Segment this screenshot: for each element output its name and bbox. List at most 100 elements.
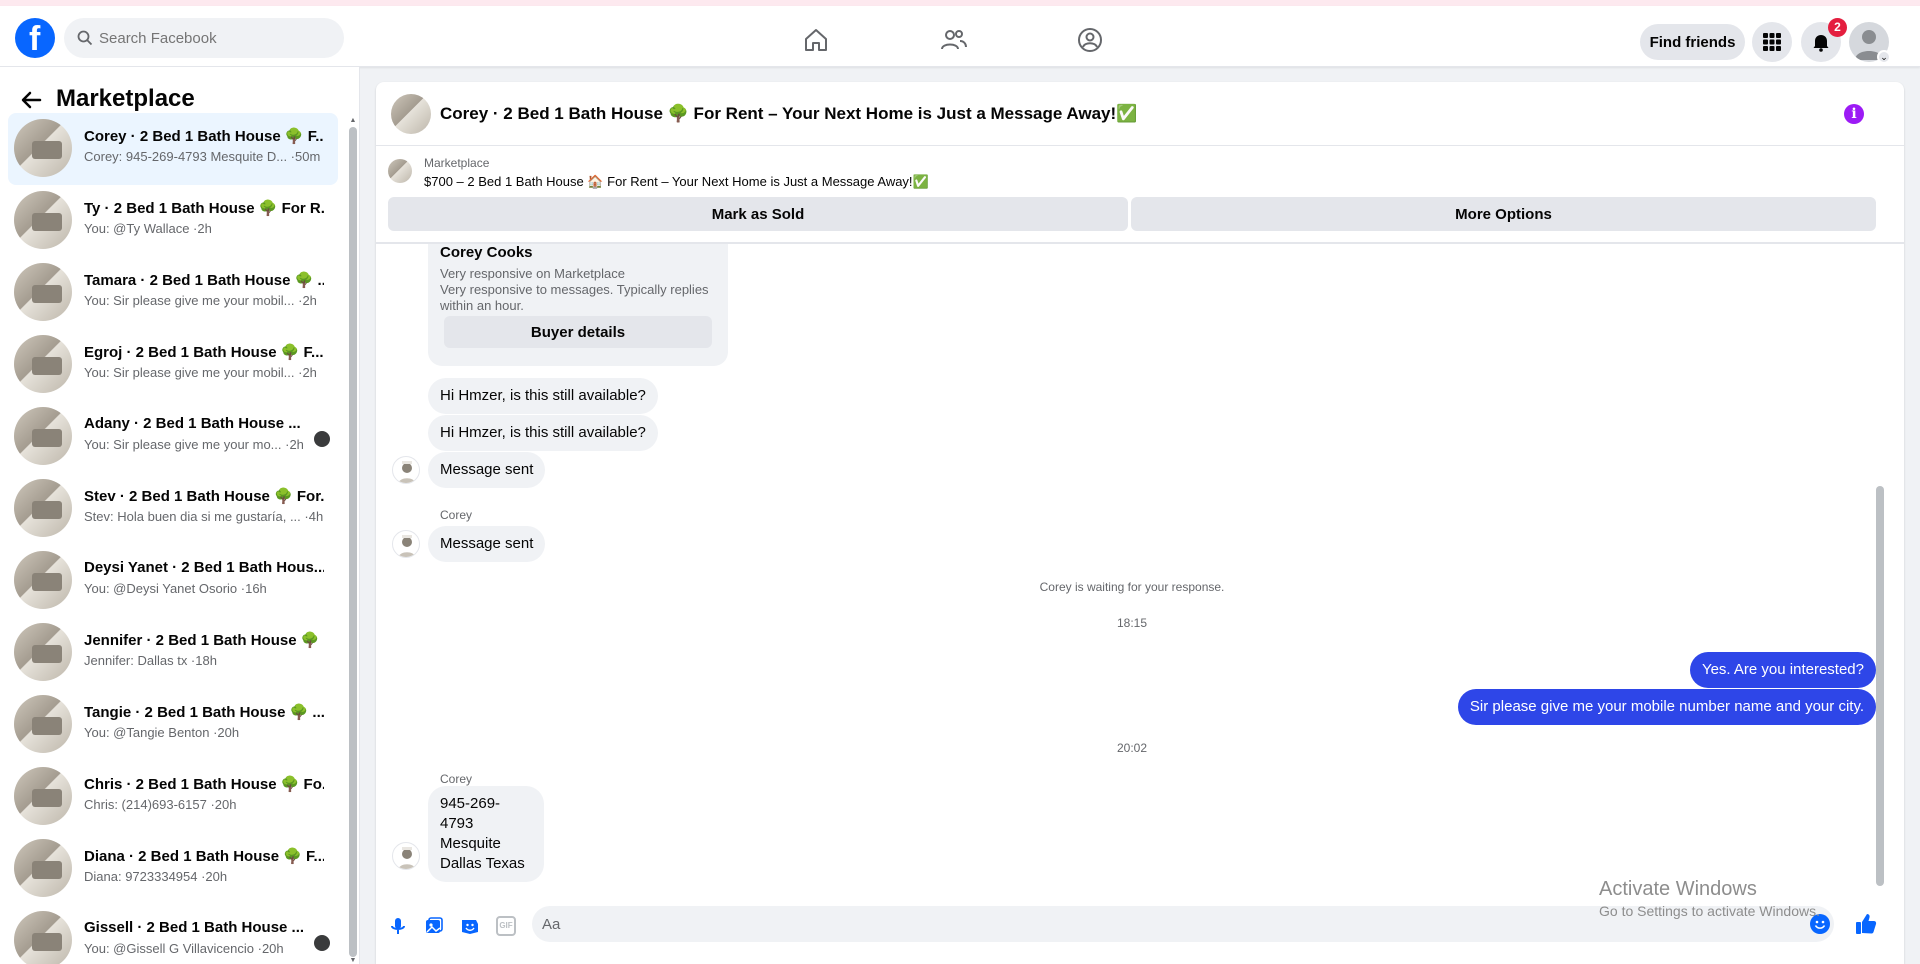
sticker-icon[interactable] — [460, 916, 480, 936]
conversation-title[interactable]: Corey · 2 Bed 1 Bath House 🌳 For Rent – … — [440, 104, 1137, 124]
listing-thumbnail — [14, 767, 72, 825]
message-thread: Corey Cooks Very responsive on Marketpla… — [376, 244, 1888, 890]
buyer-details-button[interactable]: Buyer details — [444, 316, 712, 348]
conversation-title: Adany · 2 Bed 1 Bath House ... — [84, 415, 301, 432]
sender-avatar — [392, 530, 420, 558]
listing-thumbnail — [14, 623, 72, 681]
conversation-title: Tamara · 2 Bed 1 Bath House 🌳 ... — [84, 272, 324, 289]
sidebar-scrollbar[interactable] — [349, 127, 357, 957]
sender-avatar — [392, 842, 420, 870]
message-line: Mesquite — [440, 835, 501, 852]
conversation-preview: Corey: 945-269-4793 Mesquite D... ·50m — [84, 149, 321, 164]
seen-avatar — [314, 935, 330, 951]
listing-category: Marketplace — [424, 156, 490, 170]
menu-button[interactable] — [1752, 22, 1792, 62]
groups-icon[interactable] — [1076, 26, 1104, 54]
scroll-down-arrow[interactable]: ▼ — [349, 957, 357, 964]
sender-avatar — [392, 456, 420, 484]
conversation-preview: You: Sir please give me your mobil... ·2… — [84, 365, 317, 380]
conversation-title: Stev · 2 Bed 1 Bath House 🌳 For... — [84, 488, 324, 505]
conversation-item[interactable]: Tangie · 2 Bed 1 Bath House 🌳 ... You: @T… — [8, 689, 338, 761]
conversation-item[interactable]: Adany · 2 Bed 1 Bath House ... You: Sir p… — [8, 401, 338, 473]
listing-thumbnail — [14, 479, 72, 537]
activate-windows-title: Activate Windows — [1599, 878, 1757, 900]
search-box[interactable] — [64, 18, 344, 58]
conversation-item[interactable]: Diana · 2 Bed 1 Bath House 🌳 F... Diana: … — [8, 833, 338, 905]
conversation-item[interactable]: Corey · 2 Bed 1 Bath House 🌳 F... Corey: … — [8, 113, 338, 185]
conversation-item[interactable]: Ty · 2 Bed 1 Bath House 🌳 For R... You: @… — [8, 185, 338, 257]
listing-title: $700 – 2 Bed 1 Bath House 🏠 For Rent – Y… — [424, 174, 929, 189]
conversation-header: Corey · 2 Bed 1 Bath House 🌳 For Rent – … — [376, 82, 1904, 146]
bell-icon — [1813, 35, 1829, 52]
listing-thumbnail — [14, 695, 72, 753]
incoming-message: 945-269-4793 Mesquite Dallas Texas — [428, 786, 544, 882]
person-icon — [398, 535, 416, 557]
search-input[interactable] — [99, 18, 334, 58]
top-navigation-bar: f Find friends 2 ⌄ — [0, 6, 1920, 67]
conversation-item[interactable]: Gissell · 2 Bed 1 Bath House ... You: @Gi… — [8, 905, 338, 964]
listing-thumbnail — [14, 839, 72, 897]
conversation-item[interactable]: Stev · 2 Bed 1 Bath House 🌳 For... Stev: … — [8, 473, 338, 545]
conversation-title: Egroj · 2 Bed 1 Bath House 🌳 F... — [84, 344, 324, 361]
buyer-responsiveness: Very responsive on Marketplace — [440, 266, 625, 281]
notification-count-badge: 2 — [1828, 18, 1847, 37]
conversation-title: Gissell · 2 Bed 1 Bath House ... — [84, 919, 305, 936]
chevron-down-icon[interactable]: ⌄ — [1877, 50, 1891, 64]
listing-thumbnail — [14, 263, 72, 321]
facebook-logo[interactable]: f — [15, 18, 55, 58]
conversation-item[interactable]: Tamara · 2 Bed 1 Bath House 🌳 ... You: Si… — [8, 257, 338, 329]
buyer-profile-card: Corey Cooks Very responsive on Marketpla… — [428, 244, 728, 366]
info-icon[interactable]: i — [1844, 104, 1864, 124]
timestamp: 18:15 — [1116, 616, 1148, 630]
conversation-preview: You: Sir please give me your mo... ·2h — [84, 437, 304, 452]
listing-thumbnail — [14, 551, 72, 609]
conversation-title: Jennifer · 2 Bed 1 Bath House 🌳 ... — [84, 632, 324, 649]
scrollbar-thumb[interactable] — [1876, 486, 1884, 886]
conversation-item[interactable]: Deysi Yanet · 2 Bed 1 Bath Hous... You: @… — [8, 545, 338, 617]
message-composer: GIF — [376, 890, 1904, 964]
incoming-message: Message sent — [428, 526, 546, 562]
conversation-title: Deysi Yanet · 2 Bed 1 Bath Hous... — [84, 559, 324, 576]
conversation-avatar[interactable] — [391, 94, 431, 134]
message-line: 945-269-4793 — [440, 795, 501, 832]
sender-name: Corey — [440, 508, 473, 522]
back-arrow-icon[interactable] — [20, 89, 42, 111]
listing-thumbnail — [14, 407, 72, 465]
scroll-up-arrow[interactable]: ▲ — [349, 117, 357, 125]
incoming-message: Hi Hmzer, is this still available? — [428, 378, 658, 414]
conversation-list: Corey · 2 Bed 1 Bath House 🌳 F... Corey: … — [8, 113, 338, 964]
conversation-title: Corey · 2 Bed 1 Bath House 🌳 F... — [84, 128, 324, 145]
conversation-preview: You: @Deysi Yanet Osorio ·16h — [84, 581, 267, 596]
microphone-icon[interactable] — [388, 916, 408, 936]
mark-as-sold-button[interactable]: Mark as Sold — [388, 197, 1128, 231]
buyer-name: Corey Cooks — [440, 244, 533, 261]
message-scrollbar[interactable] — [1876, 258, 1884, 886]
listing-thumbnail — [14, 191, 72, 249]
more-options-button[interactable]: More Options — [1131, 197, 1876, 231]
conversation-item[interactable]: Chris · 2 Bed 1 Bath House 🌳 Fo... Chris:… — [8, 761, 338, 833]
listing-thumbnail — [14, 119, 72, 177]
conversation-title: Chris · 2 Bed 1 Bath House 🌳 Fo... — [84, 776, 324, 793]
listing-thumbnail — [14, 335, 72, 393]
friends-icon[interactable] — [940, 26, 968, 54]
conversation-title: Ty · 2 Bed 1 Bath House 🌳 For R... — [84, 200, 324, 217]
conversation-preview: Chris: (214)693-6157 ·20h — [84, 797, 237, 812]
thumbs-up-icon[interactable] — [1854, 912, 1878, 936]
conversation-panel: Corey · 2 Bed 1 Bath House 🌳 For Rent – … — [376, 82, 1904, 964]
home-icon[interactable] — [802, 26, 830, 54]
find-friends-button[interactable]: Find friends — [1640, 24, 1745, 60]
conversation-preview: You: @Tangie Benton ·20h — [84, 725, 240, 740]
listing-bar[interactable]: Marketplace $700 – 2 Bed 1 Bath House 🏠 … — [376, 147, 1904, 193]
activate-windows-subtitle: Go to Settings to activate Windows. — [1599, 903, 1820, 919]
conversation-item[interactable]: Egroj · 2 Bed 1 Bath House 🌳 F... You: Si… — [8, 329, 338, 401]
photo-icon[interactable] — [424, 916, 444, 936]
gif-icon[interactable]: GIF — [496, 916, 516, 936]
listing-thumbnail — [388, 159, 412, 183]
conversation-preview: Jennifer: Dallas tx ·18h — [84, 653, 217, 668]
conversation-title: Tangie · 2 Bed 1 Bath House 🌳 ... — [84, 704, 324, 721]
listing-thumbnail — [14, 911, 72, 964]
person-icon — [398, 847, 416, 869]
waiting-notice: Corey is waiting for your response. — [1039, 580, 1225, 594]
conversation-item[interactable]: Jennifer · 2 Bed 1 Bath House 🌳 ... Jenni… — [8, 617, 338, 689]
conversation-preview: Diana: 9723334954 ·20h — [84, 869, 228, 884]
